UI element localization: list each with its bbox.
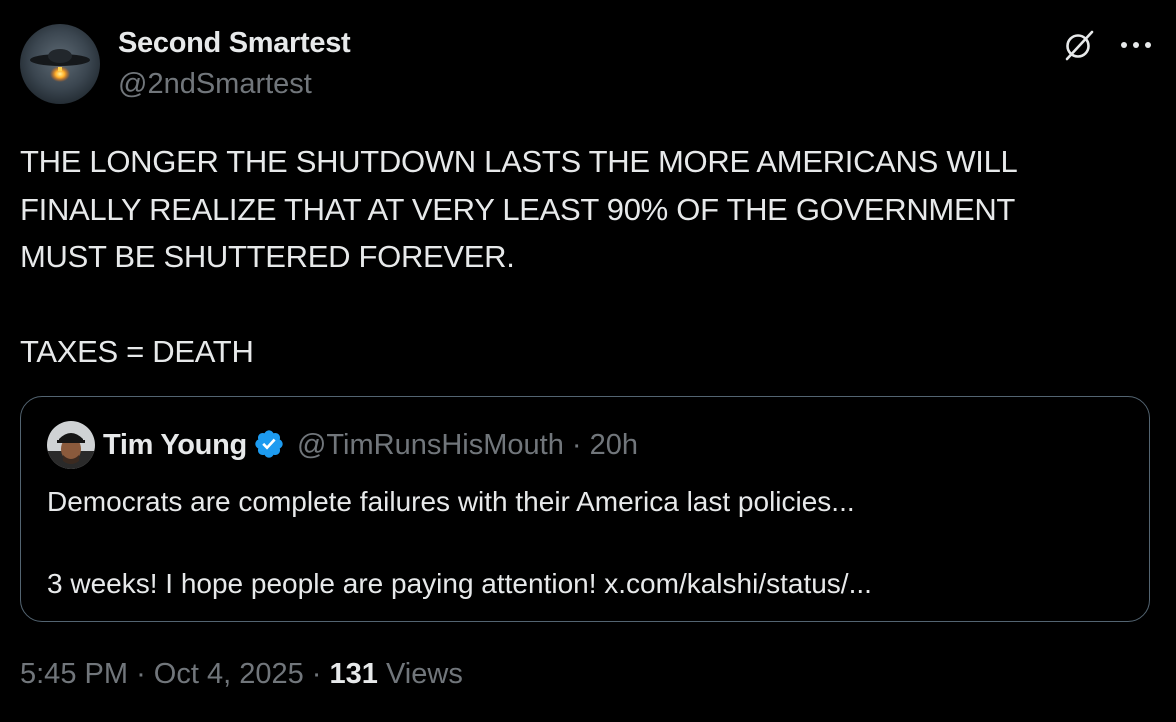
quoted-text-line: Democrats are complete failures with the… [47,486,855,517]
quoted-display-name[interactable]: Tim Young [103,429,247,461]
author-handle[interactable]: @2ndSmartest [118,68,312,101]
grok-icon[interactable] [1062,28,1096,62]
quoted-author-avatar[interactable] [47,421,95,469]
tweet-meta: 5:45 PM · Oct 4, 2025 · 131 Views [20,658,463,691]
quoted-header: Tim Young @TimRunsHisMouth · 20h [103,427,638,463]
more-icon[interactable] [1116,30,1156,60]
verified-badge-icon [255,430,283,458]
tweet: Second Smartest @2ndSmartest THE LONGER … [0,0,1176,722]
quoted-handle[interactable]: @TimRunsHisMouth [297,429,564,461]
quoted-tweet-card[interactable]: Tim Young @TimRunsHisMouth · 20h Democra… [20,396,1150,622]
tweet-text: THE LONGER THE SHUTDOWN LASTS THE MORE A… [20,138,1140,376]
views-count: 131 [329,658,378,690]
quoted-tweet-text: Democrats are complete failures with the… [47,481,1127,604]
ufo-avatar-image [20,24,100,104]
separator-dot: · [136,658,146,690]
tweet-date-link[interactable]: Oct 4, 2025 [154,658,304,690]
tweet-time-link[interactable]: 5:45 PM [20,658,128,690]
quoted-text-line: 3 weeks! I hope people are paying attent… [47,568,872,599]
person-avatar-image [47,421,95,469]
tweet-text-line: TAXES = DEATH [20,334,254,369]
author-display-name[interactable]: Second Smartest [118,27,351,60]
views-label: Views [385,658,463,690]
separator-dot: · [571,429,582,461]
author-avatar[interactable] [20,24,100,104]
quoted-timestamp[interactable]: 20h [590,429,638,461]
tweet-text-line: FINALLY REALIZE THAT AT VERY LEAST 90% O… [20,191,1016,227]
separator-dot: · [311,658,322,690]
tweet-text-line: MUST BE SHUTTERED FOREVER. [20,239,515,274]
tweet-text-line: THE LONGER THE SHUTDOWN LASTS THE MORE A… [20,144,1018,179]
